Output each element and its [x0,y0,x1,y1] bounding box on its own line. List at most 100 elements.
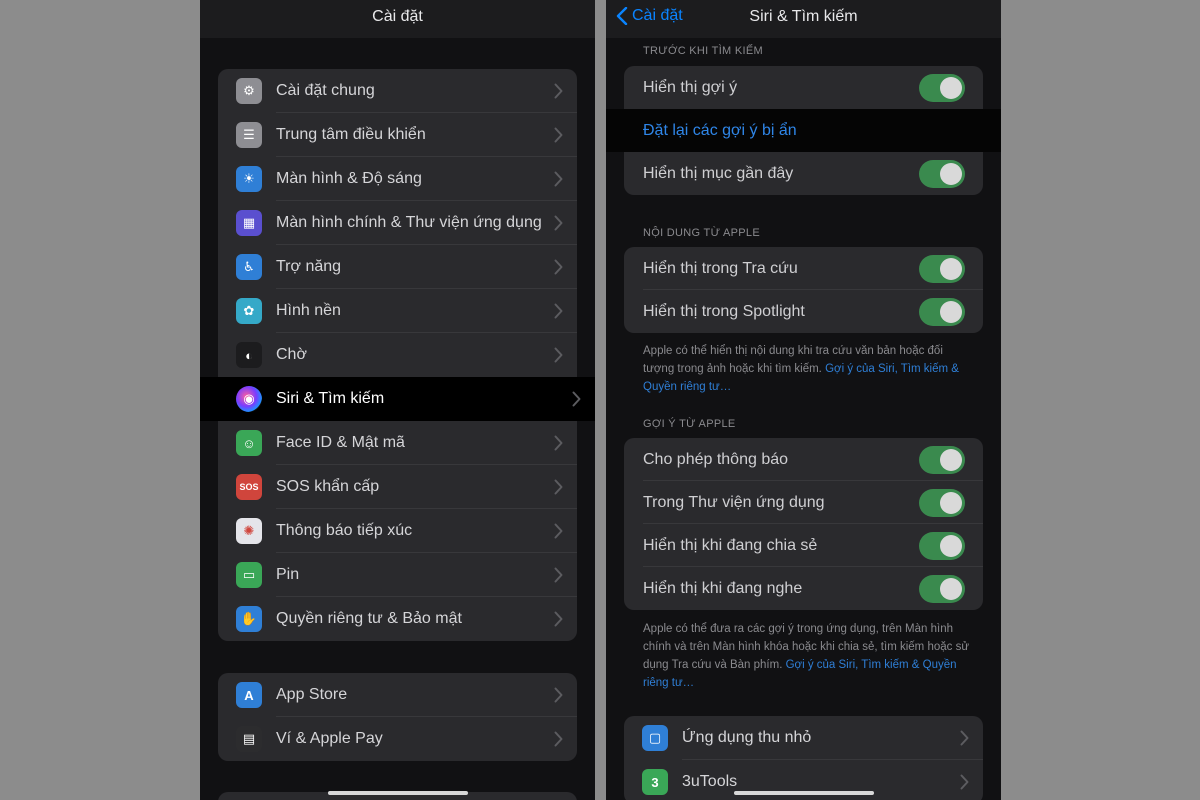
chevron-right-icon [554,567,563,583]
settings-item-label: Màn hình & Độ sáng [276,170,422,187]
section-header-apple-content: NỘI DUNG TỪ APPLE [643,227,760,239]
chevron-right-icon [554,347,563,363]
settings-item-label: Màn hình chính & Thư viện ứng dụng [276,214,542,231]
group-apple-content: Hiển thị trong Tra cứu Hiển thị trong Spo… [624,247,983,333]
settings-item-ung-dung-thu-nho[interactable]: ▢ Ứng dụng thu nhỏ [624,716,983,760]
toggle-knob [940,492,962,514]
settings-item-tro-nang[interactable]: ♿ Trợ năng [218,245,577,289]
group-apple-suggestions: Cho phép thông báo Trong Thư viện ứng dụn… [624,438,983,610]
settings-item-label: Face ID & Mật mã [276,434,405,451]
reset-hidden-suggestions-link[interactable]: Đặt lại các gợi ý bị ẩn [643,122,797,140]
hand-icon: ✋ [236,606,262,632]
brightness-icon: ☀ [236,166,262,192]
siri-icon: ◉ [236,386,262,412]
toggle-label: Hiển thị khi đang chia sẻ [643,536,818,554]
chevron-right-icon [554,479,563,495]
settings-item-label: Pin [276,566,300,583]
toggle-switch[interactable] [919,160,965,188]
settings-item-label: 3uTools [682,773,738,790]
settings-item-vi-apple-pay[interactable]: ▤ Ví & Apple Pay [218,717,577,761]
toggle-knob [940,258,962,280]
settings-item-hinh-nen[interactable]: ✿ Hình nền [218,289,577,333]
toggle-knob [940,449,962,471]
toggle-label: Cho phép thông báo [643,450,789,468]
settings-item-thong-bao-tiep-xuc[interactable]: ✺ Thông báo tiếp xúc [218,509,577,553]
group-apps: ▢ Ứng dụng thu nhỏ 3 3uTools [624,716,983,800]
group-before-search: Hiển thị gợi ý Đặt lại các gợi ý bị ẩn Hiể… [606,66,1001,195]
section-header-before-search: TRƯỚC KHI TÌM KIẾM [643,45,763,57]
settings-item-label: Cài đặt chung [276,82,375,99]
settings-group-wallet: A App Store ▤ Ví & Apple Pay [218,673,577,761]
chevron-right-icon [554,687,563,703]
chevron-right-icon [554,523,563,539]
settings-item-pin[interactable]: ▭ Pin [218,553,577,597]
toggle-label: Hiển thị mục gần đây [643,164,794,182]
settings-item-label: Trợ năng [276,258,342,275]
settings-screen: Cài đặt ⚙ Cài đặt chung ☰ Trung tâm điều kh… [200,0,595,800]
toggle-switch[interactable] [919,298,965,326]
apple-suggestions-footer: Apple có thể đưa ra các gợi ý trong ứng … [643,620,973,692]
settings-item-label: App Store [276,686,348,703]
toggle-row-hien-thi-khi-dang-chia-se: Hiển thị khi đang chia sẻ [624,524,983,567]
toggle-label: Hiển thị trong Spotlight [643,302,805,320]
chevron-right-icon [554,435,563,451]
chevron-right-icon [572,391,581,407]
toggle-switch[interactable] [919,74,965,102]
home-grid-icon: ▦ [236,210,262,236]
page-title: Cài đặt [372,8,423,25]
settings-item-trung-tam-dieu-khien[interactable]: ☰ Trung tâm điều khiển [218,113,577,157]
toggle-switch[interactable] [919,446,965,474]
app-clips-icon: ▢ [642,725,668,751]
settings-item-cho[interactable]: ◐ Chờ [218,333,577,377]
settings-group-main: ⚙ Cài đặt chung ☰ Trung tâm điều khiển ☀ Màn … [200,69,595,641]
face-id-icon: ☺ [236,430,262,456]
section-header-apple-suggestions: GỢI Ý TỪ APPLE [643,418,736,430]
toggle-switch[interactable] [919,489,965,517]
toggle-switch[interactable] [919,575,965,603]
apple-content-footer: Apple có thể hiển thị nội dung khi tra c… [643,342,973,396]
settings-navbar: Cài đặt [200,0,595,38]
wallet-icon: ▤ [236,726,262,752]
switches-icon: ☰ [236,122,262,148]
settings-item-cai-dat-chung[interactable]: ⚙ Cài đặt chung [218,69,577,113]
toggle-row-hien-thi-muc-gan-day: Hiển thị mục gần đây [624,152,983,195]
settings-item-label: Trung tâm điều khiển [276,126,426,143]
chevron-right-icon [554,171,563,187]
settings-item-siri-tim-kiem[interactable]: ◉ Siri & Tìm kiếm [200,377,595,421]
chevron-right-icon [554,127,563,143]
settings-item-label: Chờ [276,346,307,363]
toggle-row-hien-thi-trong-tra-cuu: Hiển thị trong Tra cứu [624,247,983,290]
standby-icon: ◐ [236,342,262,368]
settings-item-label: Siri & Tìm kiếm [276,390,385,407]
settings-item-sos-khan-cap[interactable]: SOS SOS khẩn cấp [218,465,577,509]
toggle-switch[interactable] [919,255,965,283]
chevron-right-icon [554,731,563,747]
toggle-label: Hiển thị khi đang nghe [643,579,803,597]
home-indicator [327,791,468,795]
siri-search-screen: Cài đặt Siri & Tìm kiếm TRƯỚC KHI TÌM KI… [606,0,1001,800]
exposure-icon: ✺ [236,518,262,544]
chevron-right-icon [960,774,969,790]
settings-item-man-hinh-do-sang[interactable]: ☀ Màn hình & Độ sáng [218,157,577,201]
accessibility-icon: ♿ [236,254,262,280]
settings-item-app-store[interactable]: A App Store [218,673,577,717]
settings-item-face-id-mat-ma[interactable]: ☺ Face ID & Mật mã [218,421,577,465]
battery-icon: ▭ [236,562,262,588]
chevron-right-icon [554,215,563,231]
toggle-switch[interactable] [919,532,965,560]
home-indicator [733,791,874,795]
chevron-right-icon [554,303,563,319]
toggle-row-trong-thu-vien-ung-dung: Trong Thư viện ứng dụng [624,481,983,524]
toggle-knob [940,301,962,323]
toggle-row-hien-thi-goi-y: Hiển thị gợi ý [624,66,983,109]
toggle-row-hien-thi-khi-dang-nghe: Hiển thị khi đang nghe [624,567,983,610]
toggle-knob [940,578,962,600]
settings-item-quyen-rieng-tu-bao-mat[interactable]: ✋ Quyền riêng tư & Bảo mật [218,597,577,641]
toggle-label: Trong Thư viện ứng dụng [643,493,825,511]
link-row-dat-lai-cac-goi-y-bi-an[interactable]: Đặt lại các gợi ý bị ẩn [606,109,1001,152]
toggle-row-hien-thi-trong-spotlight: Hiển thị trong Spotlight [624,290,983,333]
toggle-knob [940,77,962,99]
settings-item-label: SOS khẩn cấp [276,478,380,495]
3utools-icon: 3 [642,769,668,795]
settings-item-man-hinh-chinh-thu-vien-ung-dung[interactable]: ▦ Màn hình chính & Thư viện ứng dụng [218,201,577,245]
